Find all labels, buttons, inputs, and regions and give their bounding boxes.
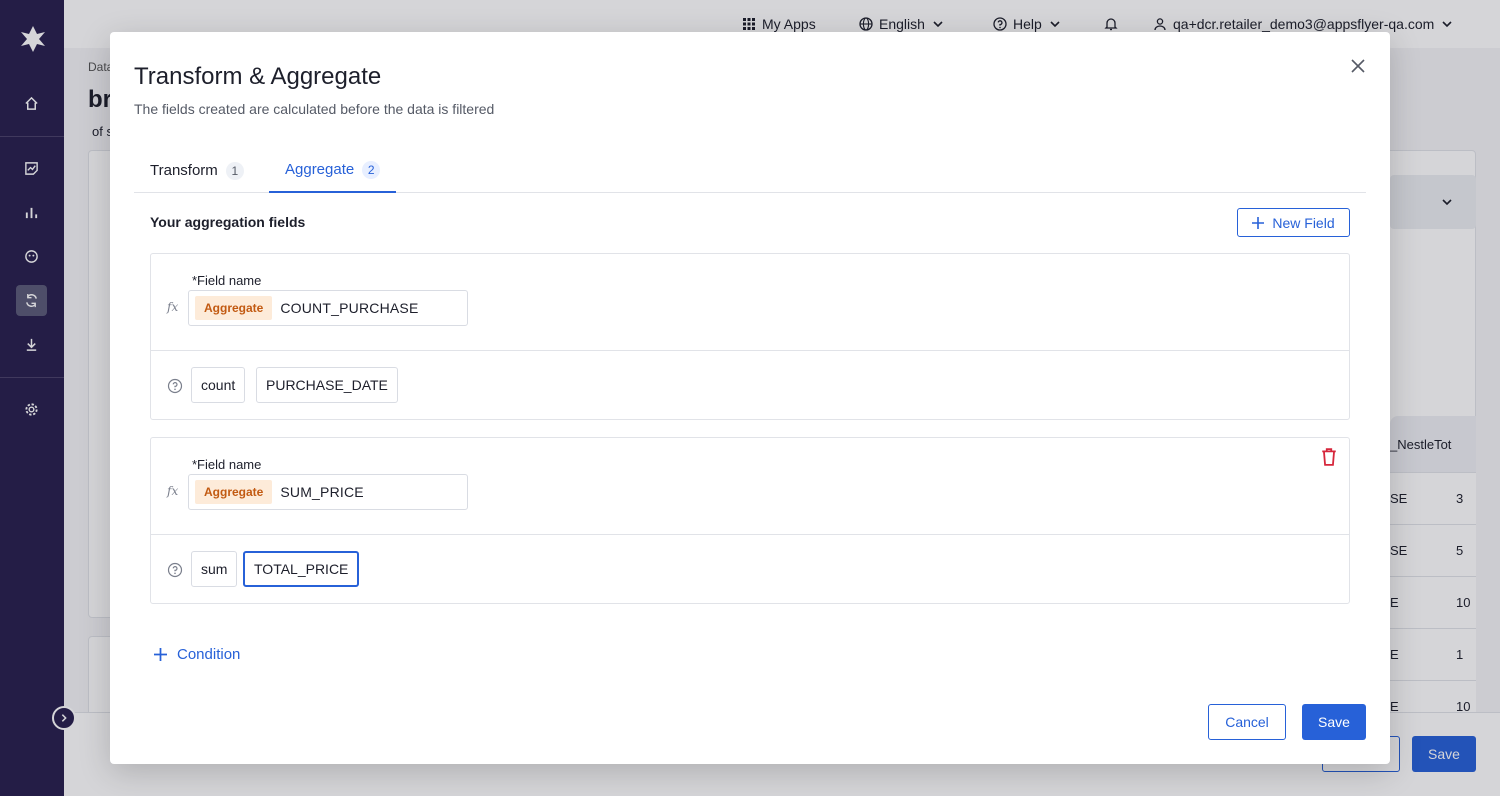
column-select[interactable]: TOTAL_PRICE — [243, 551, 360, 587]
field-function-row: sum TOTAL_PRICE — [151, 535, 1349, 603]
field-name-label: *Field name — [192, 273, 262, 288]
tab-transform[interactable]: Transform 1 — [134, 148, 260, 193]
field-name-input[interactable]: Aggregate COUNT_PURCHASE — [188, 290, 468, 326]
aggregation-field-card: *Field name fx Aggregate SUM_PRICE sum T… — [150, 437, 1350, 604]
save-button[interactable]: Save — [1302, 704, 1366, 740]
help-circle-icon[interactable] — [167, 378, 183, 394]
tabs: Transform 1 Aggregate 2 — [134, 148, 1366, 193]
aggregate-function-select[interactable]: sum — [191, 551, 238, 587]
section-title: Your aggregation fields — [150, 214, 306, 230]
fx-icon: fx — [167, 484, 179, 498]
aggregate-chip: Aggregate — [195, 480, 273, 504]
field-name-label: *Field name — [192, 457, 262, 472]
field-name-value: COUNT_PURCHASE — [280, 300, 419, 316]
aggregate-function-select[interactable]: count — [191, 367, 246, 403]
aggregate-chip: Aggregate — [195, 296, 273, 320]
tab-label: Transform — [150, 162, 218, 179]
new-field-button[interactable]: New Field — [1237, 208, 1350, 237]
field-name-row: *Field name fx Aggregate COUNT_PURCHASE — [151, 254, 1349, 351]
tab-aggregate[interactable]: Aggregate 2 — [269, 148, 397, 193]
help-circle-icon[interactable] — [167, 562, 183, 578]
new-field-label: New Field — [1272, 214, 1335, 231]
field-function-row: count PURCHASE_DATE — [151, 351, 1349, 419]
plus-icon — [154, 647, 167, 661]
plus-icon — [1252, 216, 1265, 229]
tab-label: Aggregate — [285, 161, 355, 178]
modal-title: Transform & Aggregate — [134, 63, 382, 90]
tab-count-badge: 1 — [225, 161, 244, 180]
field-name-value: SUM_PRICE — [280, 484, 364, 500]
add-condition-button[interactable]: Condition — [154, 644, 240, 664]
cancel-button[interactable]: Cancel — [1208, 704, 1286, 740]
delete-trash-icon[interactable] — [1321, 448, 1337, 466]
modal-subtitle: The fields created are calculated before… — [134, 101, 495, 117]
field-name-input[interactable]: Aggregate SUM_PRICE — [188, 474, 468, 510]
column-select[interactable]: PURCHASE_DATE — [256, 367, 398, 403]
transform-aggregate-modal: Transform & Aggregate The fields created… — [110, 32, 1390, 764]
close-button[interactable] — [1348, 56, 1368, 76]
fx-icon: fx — [167, 300, 179, 314]
field-name-row: *Field name fx Aggregate SUM_PRICE — [151, 438, 1349, 535]
condition-label: Condition — [177, 645, 241, 663]
tab-count-badge: 2 — [362, 160, 381, 179]
aggregation-field-card: *Field name fx Aggregate COUNT_PURCHASE … — [150, 253, 1350, 420]
close-icon — [1351, 59, 1365, 73]
